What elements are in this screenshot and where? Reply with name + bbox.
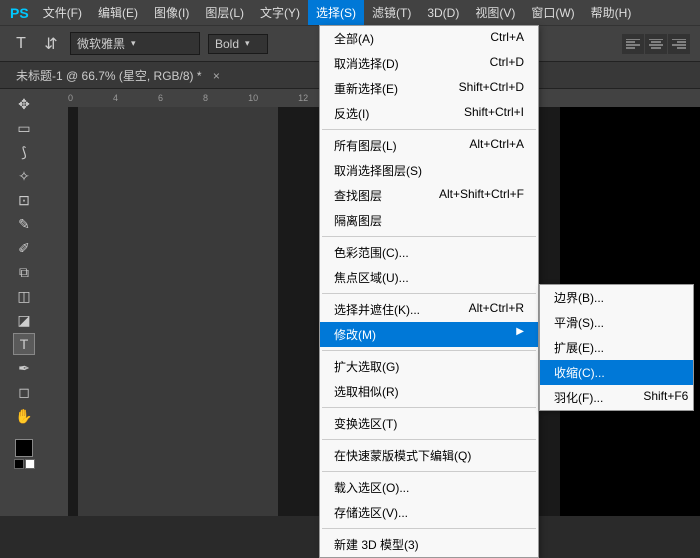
menu-select[interactable]: 选择(S) [308,0,364,25]
modify-submenu-item-0[interactable]: 边界(B)... [540,285,693,310]
select-menu-item-23[interactable]: 载入选区(O)... [320,475,538,500]
select-menu-popup: 全部(A)Ctrl+A取消选择(D)Ctrl+D重新选择(E)Shift+Ctr… [319,25,539,558]
select-menu-item-10[interactable]: 色彩范围(C)... [320,240,538,265]
type-tool[interactable]: T [13,333,35,355]
select-menu-item-0[interactable]: 全部(A)Ctrl+A [320,26,538,51]
tools-panel: ✥ ▭ ⟆ ✧ ⊡ ✎ ✐ ⧉ ◫ ◪ T ✒ ◻ ✋ [0,89,48,516]
select-menu-item-5[interactable]: 所有图层(L)Alt+Ctrl+A [320,133,538,158]
select-menu-item-14[interactable]: 修改(M)▶ [320,322,538,347]
lasso-tool[interactable]: ⟆ [13,141,35,163]
text-tool-icon: T [10,33,32,55]
select-menu-item-11[interactable]: 焦点区域(U)... [320,265,538,290]
menu-help[interactable]: 帮助(H) [583,0,640,25]
wand-tool[interactable]: ✧ [13,165,35,187]
gradient-tool[interactable]: ◪ [13,309,35,331]
shape-tool[interactable]: ◻ [13,381,35,403]
menu-image[interactable]: 图像(I) [146,0,197,25]
modify-submenu-item-2[interactable]: 扩展(E)... [540,335,693,360]
align-right-button[interactable] [668,34,690,54]
select-menu-item-21[interactable]: 在快速蒙版模式下编辑(Q) [320,443,538,468]
menu-view[interactable]: 视图(V) [467,0,523,25]
font-family-dropdown[interactable]: 微软雅黑 ▾ [70,32,200,55]
text-orientation-icon[interactable]: ⇵ [40,33,62,55]
clone-tool[interactable]: ⧉ [13,261,35,283]
select-menu-item-2[interactable]: 重新选择(E)Shift+Ctrl+D [320,76,538,101]
modify-submenu-item-4[interactable]: 羽化(F)...Shift+F6 [540,385,693,410]
close-icon[interactable]: × [213,69,220,83]
select-menu-item-13[interactable]: 选择并遮住(K)...Alt+Ctrl+R [320,297,538,322]
select-menu-item-19[interactable]: 变换选区(T) [320,411,538,436]
menubar: PS 文件(F) 编辑(E) 图像(I) 图层(L) 文字(Y) 选择(S) 滤… [0,0,700,25]
modify-submenu-item-3[interactable]: 收缩(C)... [540,360,693,385]
menu-window[interactable]: 窗口(W) [523,0,582,25]
modify-submenu-item-1[interactable]: 平滑(S)... [540,310,693,335]
ruler-vertical [48,107,68,516]
align-center-button[interactable] [645,34,667,54]
chevron-down-icon: ▾ [131,38,136,49]
font-family-value: 微软雅黑 [77,35,125,52]
select-menu-item-1[interactable]: 取消选择(D)Ctrl+D [320,51,538,76]
menu-type[interactable]: 文字(Y) [252,0,308,25]
hand-tool[interactable]: ✋ [13,405,35,427]
foreground-color[interactable] [15,439,33,457]
brush-tool[interactable]: ✐ [13,237,35,259]
eyedropper-tool[interactable]: ✎ [13,213,35,235]
default-colors[interactable] [14,459,35,469]
select-menu-item-3[interactable]: 反选(I)Shift+Ctrl+I [320,101,538,126]
move-tool[interactable]: ✥ [13,93,35,115]
select-menu-item-6[interactable]: 取消选择图层(S) [320,158,538,183]
select-menu-item-8[interactable]: 隔离图层 [320,208,538,233]
app-logo: PS [4,5,35,21]
menu-3d[interactable]: 3D(D) [419,2,467,24]
select-menu-item-26[interactable]: 新建 3D 模型(3) [320,532,538,557]
menu-filter[interactable]: 滤镜(T) [364,0,419,25]
align-left-button[interactable] [622,34,644,54]
font-weight-dropdown[interactable]: Bold ▾ [208,34,268,54]
tab-title: 未标题-1 @ 66.7% (星空, RGB/8) * [16,69,202,83]
eraser-tool[interactable]: ◫ [13,285,35,307]
canvas-content [78,107,278,516]
select-menu-item-7[interactable]: 查找图层Alt+Shift+Ctrl+F [320,183,538,208]
menu-layer[interactable]: 图层(L) [197,0,252,25]
font-weight-value: Bold [215,37,239,51]
marquee-tool[interactable]: ▭ [13,117,35,139]
color-swatches[interactable] [4,439,44,469]
select-menu-item-17[interactable]: 选取相似(R) [320,379,538,404]
select-menu-item-16[interactable]: 扩大选取(G) [320,354,538,379]
select-menu-item-24[interactable]: 存储选区(V)... [320,500,538,525]
menu-edit[interactable]: 编辑(E) [90,0,146,25]
pen-tool[interactable]: ✒ [13,357,35,379]
text-align-group [622,34,690,54]
crop-tool[interactable]: ⊡ [13,189,35,211]
menu-file[interactable]: 文件(F) [35,0,90,25]
modify-submenu-popup: 边界(B)...平滑(S)...扩展(E)...收缩(C)...羽化(F)...… [539,284,694,411]
chevron-down-icon: ▾ [245,38,250,49]
document-tab[interactable]: 未标题-1 @ 66.7% (星空, RGB/8) * × [10,67,226,84]
